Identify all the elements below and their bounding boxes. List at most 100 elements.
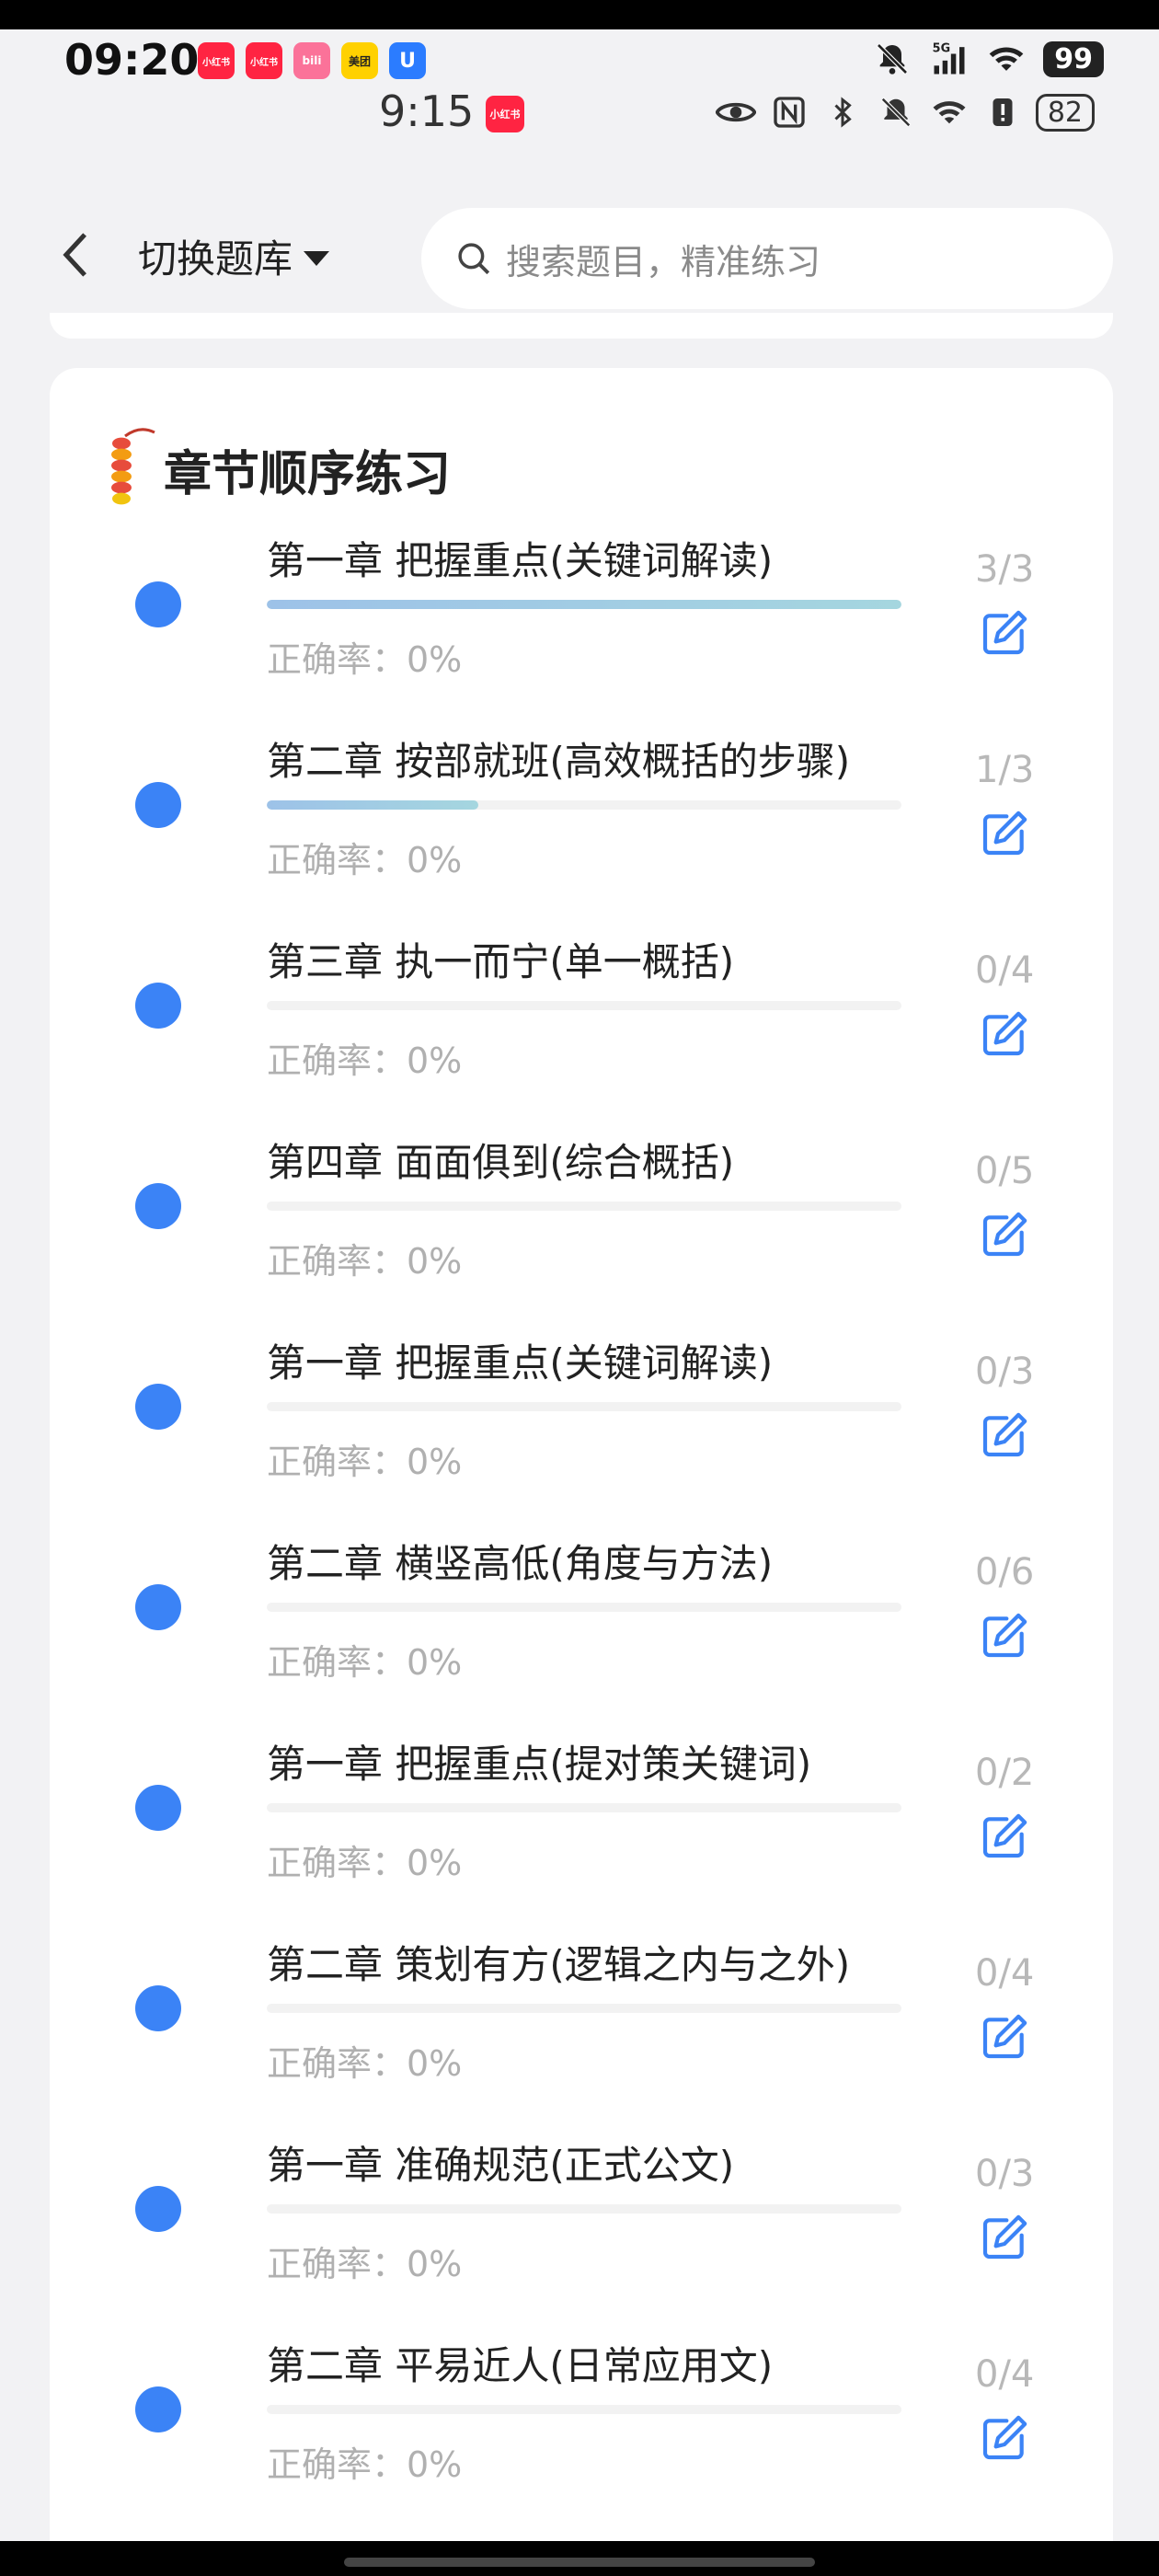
switch-question-bank-label: 切换题库 — [138, 236, 293, 282]
eye-icon — [715, 92, 756, 132]
wifi-icon — [986, 39, 1027, 79]
chapter-count: 0/6 — [975, 1551, 1035, 1593]
edit-icon — [982, 2014, 1027, 2059]
practice-button[interactable] — [979, 1811, 1030, 1862]
chapter-title: 第一章 把握重点(关键词解读) — [267, 1340, 774, 1386]
chapter-title: 第一章 把握重点(关键词解读) — [267, 538, 774, 583]
practice-button[interactable] — [979, 2212, 1030, 2263]
edit-icon — [982, 1212, 1027, 1257]
chapter-count: 0/3 — [975, 1351, 1035, 1393]
status-time-inner: 9:15 — [379, 86, 475, 136]
chapter-row[interactable]: 第一章 把握重点(关键词解读) 正确率：0% 3/3 — [50, 530, 1113, 730]
chapter-row[interactable]: 第二章 平易近人(日常应用文) 正确率：0% 0/4 — [50, 2335, 1113, 2536]
bluetooth-icon — [822, 92, 863, 132]
chapter-progress-fill — [267, 600, 901, 609]
chapter-accuracy: 正确率：0% — [267, 1442, 463, 1482]
chapter-count: 0/5 — [975, 1150, 1035, 1192]
chapter-row[interactable]: 第三章 执一而宁(单一概括) 正确率：0% 0/4 — [50, 931, 1113, 1132]
chapter-accuracy: 正确率：0% — [267, 2244, 463, 2284]
practice-button[interactable] — [979, 2011, 1030, 2063]
practice-button[interactable] — [979, 1008, 1030, 1060]
edit-icon — [982, 1011, 1027, 1056]
practice-button[interactable] — [979, 1209, 1030, 1260]
chapter-status-dot — [135, 2186, 181, 2232]
chapter-row[interactable]: 第一章 把握重点(提对策关键词) 正确率：0% 0/2 — [50, 1733, 1113, 1934]
practice-button[interactable] — [979, 808, 1030, 859]
notification-app-badges: 小红书 小红书 bili 美团 U — [198, 42, 426, 79]
chapter-progress-fill — [267, 800, 478, 810]
chapter-row[interactable]: 第一章 把握重点(关键词解读) 正确率：0% 0/3 — [50, 1332, 1113, 1533]
chapter-title: 第三章 执一而宁(单一概括) — [267, 939, 735, 984]
chapter-progress-bar — [267, 1603, 901, 1612]
chapter-status-dot — [135, 2386, 181, 2432]
wifi-icon — [929, 92, 970, 132]
chapter-count: 0/2 — [975, 1752, 1035, 1794]
chapter-count: 0/4 — [975, 949, 1035, 992]
back-button[interactable] — [48, 223, 103, 287]
chapter-row[interactable]: 第四章 面面俱到(综合概括) 正确率：0% 0/5 — [50, 1132, 1113, 1332]
previous-card-edge — [50, 313, 1113, 339]
chapter-progress-bar — [267, 2004, 901, 2013]
chapter-accuracy: 正确率：0% — [267, 2043, 463, 2084]
chapter-row[interactable]: 第二章 按部就班(高效概括的步骤) 正确率：0% 1/3 — [50, 730, 1113, 931]
chapter-accuracy: 正确率：0% — [267, 2444, 463, 2485]
chapter-status-dot — [135, 1183, 181, 1229]
header-bar: 切换题库 搜索题目，精准练习 — [0, 195, 1159, 315]
chapter-count: 0/3 — [975, 2153, 1035, 2195]
mute-bell-icon — [872, 39, 912, 79]
meituan-app-icon: 美团 — [341, 42, 378, 79]
practice-button[interactable] — [979, 1610, 1030, 1662]
xiaohongshu-app-icon: 小红书 — [486, 96, 524, 132]
chapter-row[interactable]: 第二章 横竖高低(角度与方法) 正确率：0% 0/6 — [50, 1533, 1113, 1733]
practice-button[interactable] — [979, 607, 1030, 659]
battery-level: 99 — [1043, 40, 1104, 77]
chapter-row[interactable]: 第一章 准确规范(正式公文) 正确率：0% 0/3 — [50, 2134, 1113, 2335]
status-bar-inner: 9:15 小红书 82 — [0, 85, 1159, 149]
chapter-count: 1/3 — [975, 749, 1035, 791]
chapter-practice-card: 章节顺序练习 第一章 把握重点(关键词解读) 正确率：0% 3/3 第二章 按部就班(… — [50, 368, 1113, 2576]
edit-icon — [982, 811, 1027, 856]
chapter-accuracy: 正确率：0% — [267, 840, 463, 880]
chapter-accuracy: 正确率：0% — [267, 1843, 463, 1883]
search-input[interactable]: 搜索题目，精准练习 — [421, 208, 1113, 309]
chapter-count: 3/3 — [975, 548, 1035, 591]
chapter-status-dot — [135, 782, 181, 828]
mute-bell-icon — [876, 92, 916, 132]
chapter-status-dot — [135, 1384, 181, 1430]
status-time: 09:20 — [64, 35, 200, 85]
chapter-count: 0/4 — [975, 1952, 1035, 1995]
chapter-accuracy: 正确率：0% — [267, 639, 463, 680]
chapter-accuracy: 正确率：0% — [267, 1241, 463, 1282]
u-app-icon: U — [389, 42, 426, 79]
chapter-status-dot — [135, 581, 181, 627]
practice-button[interactable] — [979, 1409, 1030, 1461]
edit-icon — [982, 610, 1027, 655]
edit-icon — [982, 2415, 1027, 2460]
chapter-status-dot — [135, 1785, 181, 1831]
top-black-bar — [0, 0, 1159, 29]
home-indicator[interactable] — [344, 2558, 815, 2567]
firecracker-icon — [111, 428, 155, 505]
edit-icon — [982, 1412, 1027, 1457]
caret-down-icon — [304, 250, 330, 266]
battery-level-inner: 82 — [1035, 93, 1095, 132]
bilibili-app-icon: bili — [293, 42, 330, 79]
chapter-title: 第二章 按部就班(高效概括的步骤) — [267, 739, 851, 784]
practice-button[interactable] — [979, 2412, 1030, 2464]
chapter-row[interactable]: 第二章 策划有方(逻辑之内与之外) 正确率：0% 0/4 — [50, 1934, 1113, 2134]
alert-icon — [982, 92, 1023, 132]
chapter-title: 第二章 平易近人(日常应用文) — [267, 2343, 774, 2388]
switch-question-bank-button[interactable]: 切换题库 — [138, 228, 330, 284]
search-icon — [458, 243, 490, 275]
chapter-progress-bar — [267, 1202, 901, 1211]
chapter-status-dot — [135, 1584, 181, 1630]
edit-icon — [982, 1613, 1027, 1658]
chapter-progress-bar — [267, 1402, 901, 1411]
signal-5g-icon: 5G — [929, 39, 970, 79]
chapter-title: 第二章 横竖高低(角度与方法) — [267, 1541, 774, 1586]
nfc-icon — [769, 92, 809, 132]
chapter-progress-bar — [267, 2204, 901, 2214]
search-placeholder: 搜索题目，精准练习 — [506, 241, 821, 282]
chapter-status-dot — [135, 1985, 181, 2031]
chapter-progress-bar — [267, 2405, 901, 2414]
